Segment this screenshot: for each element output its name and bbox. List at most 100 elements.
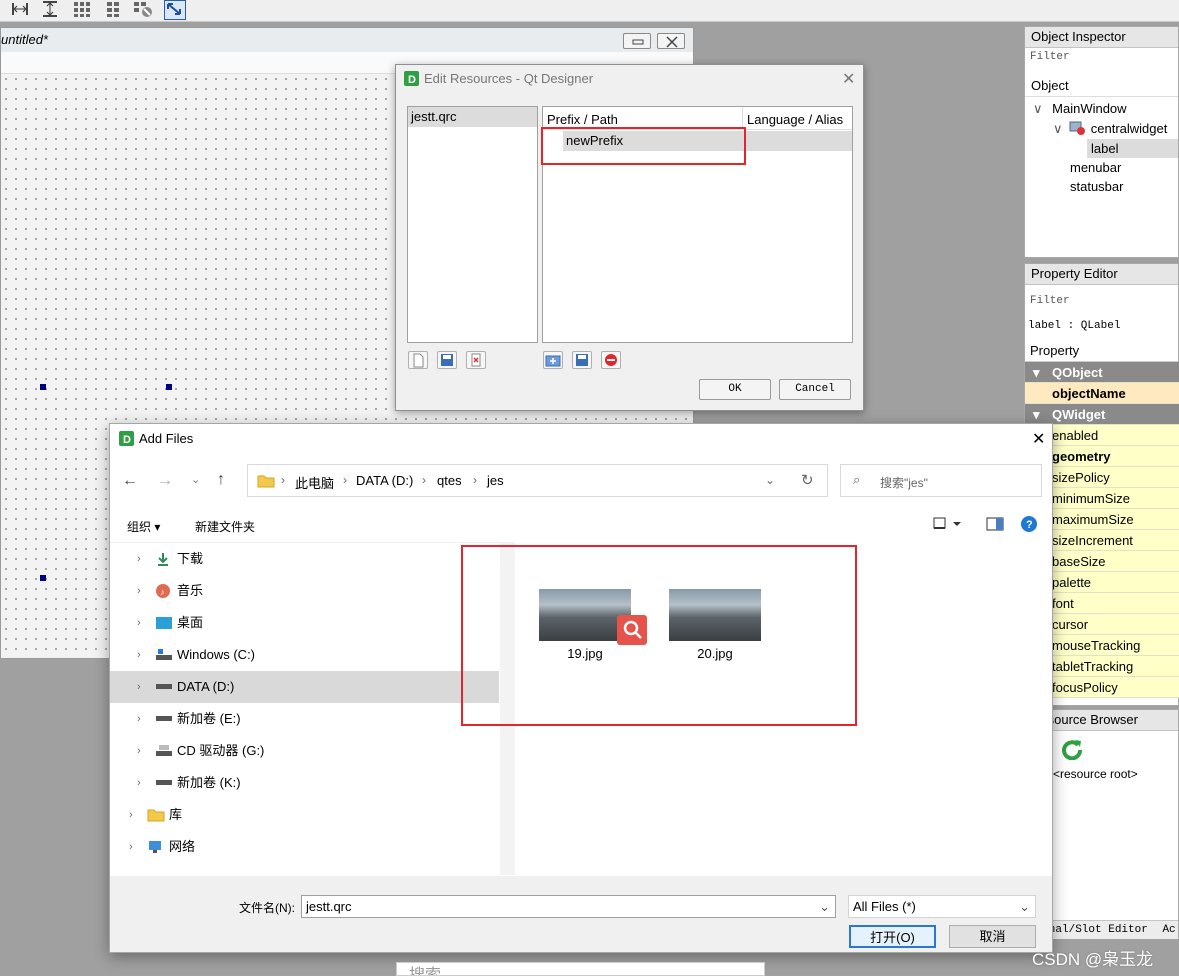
nav-item-cd-g[interactable]: › CD 驱动器 (G:) (110, 735, 499, 767)
new-folder-button[interactable]: 新建文件夹 (195, 518, 255, 535)
nav-item-music[interactable]: › ♪ 音乐 (110, 575, 499, 607)
dialog-title: Add Files (139, 431, 194, 446)
download-icon (158, 553, 168, 566)
property-filter-input[interactable]: Filter (1030, 295, 1070, 307)
nav-item-network[interactable]: › 网络 (110, 831, 499, 863)
nav-item-desktop[interactable]: › 桌面 (110, 607, 499, 639)
col-prefix-header: Prefix / Path (547, 112, 618, 127)
refresh-icon[interactable]: ↻ (801, 471, 814, 489)
tree-item-centralwidget[interactable]: ∨ centralwidget (1053, 119, 1167, 138)
open-button[interactable]: 打开(O) (849, 925, 936, 948)
drive-icon (156, 684, 172, 689)
navigation-pane: › 下载 › ♪ 音乐 › 桌面 › Windows (C:) › DATA (… (110, 542, 515, 875)
address-bar[interactable]: › 此电脑 › DATA (D:) › qtes › jes ⌄ ↻ (247, 464, 828, 497)
music-icon: ♪ (156, 584, 170, 598)
property-group-qwidget[interactable]: ▾ QWidget (1025, 404, 1179, 425)
property-row[interactable]: objectName (1025, 383, 1179, 404)
expand-arrow-icon[interactable]: ∨ (1053, 121, 1063, 136)
svg-text:♪: ♪ (160, 587, 165, 597)
tree-item-statusbar[interactable]: statusbar (1070, 177, 1123, 196)
view-mode-icon[interactable] (933, 516, 963, 535)
close-icon[interactable]: ✕ (1032, 429, 1045, 449)
filename-input[interactable]: jestt.qrc ⌄ (301, 895, 836, 918)
cd-drive-icon (156, 745, 172, 756)
edit-resources-dialog: D Edit Resources - Qt Designer ✕ jestt.q… (395, 64, 864, 411)
highlight-box (541, 127, 746, 165)
search-box[interactable]: ⌕ 搜索"jes" (840, 464, 1042, 497)
up-arrow-icon[interactable]: ↑ (217, 471, 225, 489)
close-icon[interactable]: ✕ (842, 69, 855, 89)
property-context-label: label : QLabel (1028, 320, 1121, 332)
reload-icon[interactable] (1061, 738, 1083, 763)
organize-menu[interactable]: 组织 ▾ (127, 518, 160, 535)
col-language-header: Language / Alias (747, 112, 844, 127)
chevron-down-icon[interactable]: ⌄ (819, 896, 830, 917)
nav-item-library[interactable]: › 库 (110, 799, 499, 831)
adjust-size-icon[interactable] (164, 0, 186, 20)
network-icon (149, 841, 161, 853)
widget-broken-layout-icon (1069, 121, 1086, 135)
cancel-button[interactable]: 取消 (949, 925, 1036, 948)
cancel-button[interactable]: Cancel (779, 379, 851, 400)
chevron-down-icon[interactable]: ⌄ (1019, 896, 1030, 917)
preview-pane-icon[interactable] (986, 517, 1004, 534)
minimize-button[interactable] (623, 33, 651, 49)
selection-handle[interactable] (166, 384, 172, 390)
breadcrumb-item[interactable]: qtes (437, 473, 462, 488)
add-prefix-icon[interactable] (543, 351, 563, 369)
highlight-box (461, 545, 857, 726)
breadcrumb-item[interactable]: DATA (D:) (356, 473, 413, 488)
ok-button[interactable]: OK (699, 379, 771, 400)
nav-item-downloads[interactable]: › 下载 (110, 543, 499, 575)
object-inspector: Object Inspector Filter Object ∨ MainWin… (1024, 26, 1179, 258)
layout-horizontal-icon[interactable] (10, 0, 30, 18)
nav-item-volume-k[interactable]: › 新加卷 (K:) (110, 767, 499, 799)
close-button[interactable] (657, 33, 685, 49)
svg-text:D: D (123, 434, 131, 446)
nav-item-volume-e[interactable]: › 新加卷 (E:) (110, 703, 499, 735)
breadcrumb-item[interactable]: 此电脑 (295, 473, 334, 492)
file-type-select[interactable]: All Files (*) ⌄ (848, 895, 1036, 918)
selection-handle[interactable] (40, 575, 46, 581)
expand-arrow-icon[interactable]: ∨ (1033, 101, 1043, 116)
search-icon: ⌕ (853, 472, 861, 487)
break-layout-icon[interactable] (132, 0, 152, 18)
forward-arrow-icon[interactable]: → (157, 472, 173, 490)
watermark: CSDN @枭玉龙 (1032, 950, 1154, 969)
qt-designer-icon: D (404, 71, 419, 89)
drive-icon (156, 649, 172, 660)
property-group-qobject[interactable]: ▾ QObject (1025, 362, 1179, 383)
tree-item-mainwindow[interactable]: ∨ MainWindow (1033, 99, 1127, 118)
chevron-down-icon[interactable]: ⌄ (765, 473, 775, 487)
new-file-icon[interactable] (408, 351, 428, 369)
help-icon[interactable]: ? (1021, 516, 1037, 535)
nav-item-data-d[interactable]: › DATA (D:) (110, 671, 499, 703)
drive-icon (156, 780, 172, 785)
selection-handle[interactable] (40, 384, 46, 390)
remove-icon[interactable] (601, 351, 621, 369)
tree-item-label[interactable]: label (1087, 139, 1178, 158)
resource-file-list[interactable]: jestt.qrc (407, 106, 538, 343)
add-files-icon[interactable] (572, 351, 592, 369)
recent-dropdown-icon[interactable]: ⌄ (191, 473, 200, 486)
drive-icon (156, 716, 172, 721)
qt-designer-icon: D (119, 431, 134, 449)
layout-form-icon[interactable] (104, 0, 124, 18)
resource-root[interactable]: <resource root> (1053, 767, 1138, 781)
layout-vertical-icon[interactable] (40, 0, 60, 18)
object-header: Object (1025, 75, 1178, 97)
back-arrow-icon[interactable]: ← (122, 472, 138, 490)
action-editor-tab[interactable]: Ac (1162, 924, 1175, 936)
object-filter-input[interactable]: Filter (1030, 51, 1070, 63)
resource-file-item[interactable]: jestt.qrc (408, 107, 537, 127)
breadcrumb-item[interactable]: jes (487, 473, 504, 488)
layout-grid-icon[interactable] (72, 0, 92, 18)
search-input[interactable]: 搜索"jes" (880, 474, 928, 491)
folder-icon (257, 475, 275, 488)
save-icon[interactable] (437, 351, 457, 369)
taskbar-search[interactable]: 搜索 (396, 962, 765, 976)
designer-toolbar (0, 0, 1179, 22)
nav-item-windows-c[interactable]: › Windows (C:) (110, 639, 499, 671)
remove-file-icon[interactable] (466, 351, 486, 369)
tree-item-menubar[interactable]: menubar (1070, 158, 1121, 177)
